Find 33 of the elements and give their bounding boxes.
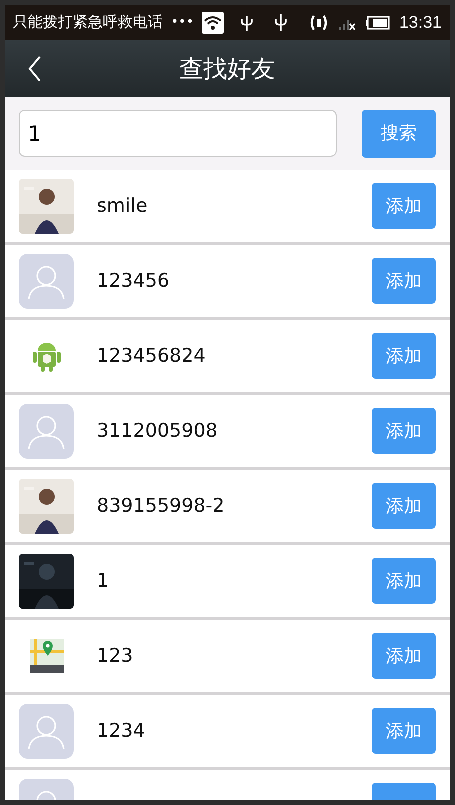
add-button[interactable]: 添加: [372, 483, 436, 529]
user-name: 123456: [97, 270, 170, 292]
user-name: 3112005908: [97, 420, 218, 442]
usb-icon: [240, 14, 254, 32]
clock: 13:31: [399, 12, 442, 34]
user-name: 1: [97, 570, 110, 592]
status-text: 只能拨打紧急呼救电话: [13, 12, 163, 34]
add-button[interactable]: 添加: [372, 333, 436, 379]
person-icon: [19, 254, 74, 308]
android-robot-icon: [32, 340, 62, 372]
person-icon: [19, 404, 74, 458]
search-field[interactable]: 1: [19, 110, 338, 157]
sync-icon: [309, 14, 330, 32]
add-button[interactable]: 添加: [372, 708, 436, 754]
add-button[interactable]: 添加: [372, 558, 436, 604]
add-button[interactable]: 添加: [372, 258, 436, 304]
person-icon: [19, 704, 74, 758]
page-title: 查找好友: [180, 54, 276, 84]
wifi-icon: [202, 12, 224, 34]
more-indicator: •••: [171, 14, 194, 32]
search-button[interactable]: 搜索: [362, 110, 436, 158]
battery-icon: [365, 14, 392, 30]
user-name: 123456824: [97, 344, 206, 367]
user-name: 1234: [97, 720, 146, 742]
add-button[interactable]: 添加: [372, 633, 436, 679]
add-button[interactable]: 添加: [372, 408, 436, 454]
user-name: smile: [97, 194, 148, 217]
user-name: 839155998-2: [97, 494, 225, 517]
usb-icon: [274, 12, 288, 32]
map-pin-icon: [30, 639, 64, 673]
back-icon: [28, 56, 42, 82]
user-name: 123: [97, 644, 134, 667]
add-button[interactable]: 添加: [372, 183, 436, 229]
